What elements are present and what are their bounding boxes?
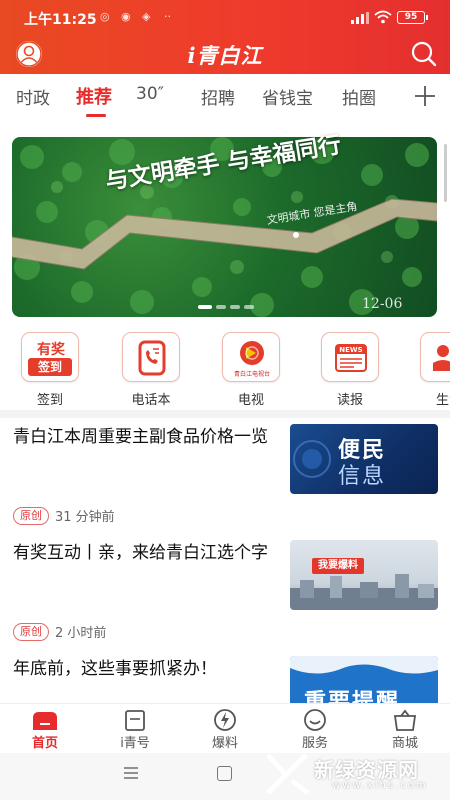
news-title: 年底前，这些事要抓紧办！ [13, 659, 217, 679]
quick-link-checkin[interactable]: 有奖 签到 签到 [15, 330, 85, 408]
news-time: 2 小时前 [55, 626, 107, 641]
menu-icon[interactable] [124, 767, 138, 779]
news-item[interactable]: 青白江本周重要主副食品价格一览 原创 31 分钟前 便民 信息 [0, 418, 450, 534]
smile-icon [304, 709, 326, 731]
phonebook-icon [122, 332, 180, 382]
shop-icon [393, 709, 417, 731]
avatar[interactable] [16, 41, 42, 67]
tv-icon: 青白江电视台 [222, 332, 280, 382]
app-header: 上午11:25 ◎ ◉ ◈ ·· 95 i青白江 [0, 0, 450, 74]
news-meta: 原创 2 小时前 [13, 622, 106, 642]
tab-photo-circle[interactable]: 拍圈 [342, 84, 376, 109]
quick-link-life[interactable]: 生活 [414, 330, 450, 408]
quick-link-label: 签到 [36, 393, 63, 408]
checkin-badge-top: 有奖 [37, 342, 65, 358]
more-notifications-icon: ·· [164, 10, 171, 23]
status-time: 上午11:25 [24, 12, 97, 28]
nav-report[interactable]: 爆料 [180, 704, 270, 754]
quick-link-label: 电视 [237, 393, 264, 408]
watermark: 新绿资源网 www.xlhs.com [262, 748, 450, 800]
active-tab-indicator [86, 114, 106, 117]
original-tag: 原创 [13, 506, 49, 525]
quick-links: 有奖 签到 签到 电话本 青白江电视台 电视 NEWS 读报 生 [0, 330, 450, 408]
section-divider [0, 410, 450, 418]
notification-icon: ◉ [121, 10, 131, 23]
bookmark-icon [125, 710, 145, 731]
home-icon [33, 712, 57, 730]
app-screen: 上午11:25 ◎ ◉ ◈ ·· 95 i青白江 时政 推荐 30″ 招聘 省钱… [0, 0, 450, 800]
search-icon[interactable] [410, 40, 438, 68]
tv-badge-text: 青白江电视台 [233, 371, 270, 378]
category-tabs: 时政 推荐 30″ 招聘 省钱宝 拍圈 [0, 80, 450, 120]
watermark-logo-icon [266, 753, 310, 795]
lightning-icon [214, 709, 236, 731]
nav-iqing[interactable]: i青号 [90, 704, 180, 754]
nav-label: 爆料 [211, 736, 238, 751]
news-title: 青白江本周重要主副食品价格一览 [13, 427, 268, 447]
life-icon [420, 332, 450, 382]
quick-link-label: 读报 [336, 393, 363, 408]
carousel-indicator [198, 305, 258, 311]
quick-link-tv[interactable]: 青白江电视台 电视 [216, 330, 286, 408]
tab-jobs[interactable]: 招聘 [201, 84, 235, 109]
home-button-icon[interactable] [217, 766, 232, 781]
carousel-dot [216, 305, 226, 309]
quick-link-newspaper[interactable]: NEWS 读报 [315, 330, 385, 408]
tab-30s[interactable]: 30″ [136, 84, 164, 104]
battery-indicator: 95 [397, 11, 428, 24]
app-logo: i青白江 [187, 43, 263, 68]
notification-icon: ◎ [100, 10, 110, 23]
scrollbar[interactable] [444, 144, 447, 202]
nav-home[interactable]: 首页 [0, 704, 90, 754]
carousel-dot [230, 305, 240, 309]
carousel-dot-active [198, 305, 212, 309]
signal-icon [351, 12, 369, 24]
news-thumbnail: 我要爆料 [290, 540, 438, 610]
watermark-title: 新绿资源网 [314, 758, 419, 782]
avatar-icon [16, 41, 42, 67]
quick-link-label: 电话本 [131, 393, 171, 408]
bottom-nav: 首页 i青号 爆料 服务 商城 [0, 703, 450, 753]
original-tag: 原创 [13, 622, 49, 641]
checkin-badge-bottom: 签到 [28, 358, 72, 376]
newspaper-icon: NEWS [321, 332, 379, 382]
news-badge-text: NEWS [339, 346, 363, 354]
news-time: 31 分钟前 [55, 510, 115, 525]
tab-politics[interactable]: 时政 [16, 84, 50, 109]
notification-icon: ◈ [142, 10, 151, 23]
nav-label: i青号 [120, 736, 150, 751]
tab-savings[interactable]: 省钱宝 [262, 84, 313, 109]
wifi-icon [374, 10, 392, 24]
tab-recommended[interactable]: 推荐 [76, 83, 112, 109]
nav-shop[interactable]: 商城 [360, 704, 450, 754]
thumbnail-text: 信息 [338, 464, 387, 489]
thumbnail-text: 我要爆料 [312, 558, 364, 574]
news-title: 有奖互动丨亲，来给青白江选个字 [13, 543, 268, 563]
carousel-dot [244, 305, 254, 309]
status-bar: 上午11:25 ◎ ◉ ◈ ·· 95 [0, 0, 450, 34]
add-tab-icon[interactable] [413, 84, 437, 108]
nav-services[interactable]: 服务 [270, 704, 360, 754]
news-meta: 原创 31 分钟前 [13, 506, 115, 526]
watermark-url: www.xlhs.com [332, 780, 428, 791]
quick-link-label: 生活 [435, 393, 450, 408]
checkin-icon: 有奖 签到 [21, 332, 79, 382]
nav-label: 首页 [31, 736, 58, 751]
news-thumbnail: 便民 信息 [290, 424, 438, 494]
banner-date: 12-06 [362, 296, 403, 312]
quick-link-phonebook[interactable]: 电话本 [116, 330, 186, 408]
news-item[interactable]: 有奖互动丨亲，来给青白江选个字 原创 2 小时前 我要爆料 [0, 534, 450, 650]
